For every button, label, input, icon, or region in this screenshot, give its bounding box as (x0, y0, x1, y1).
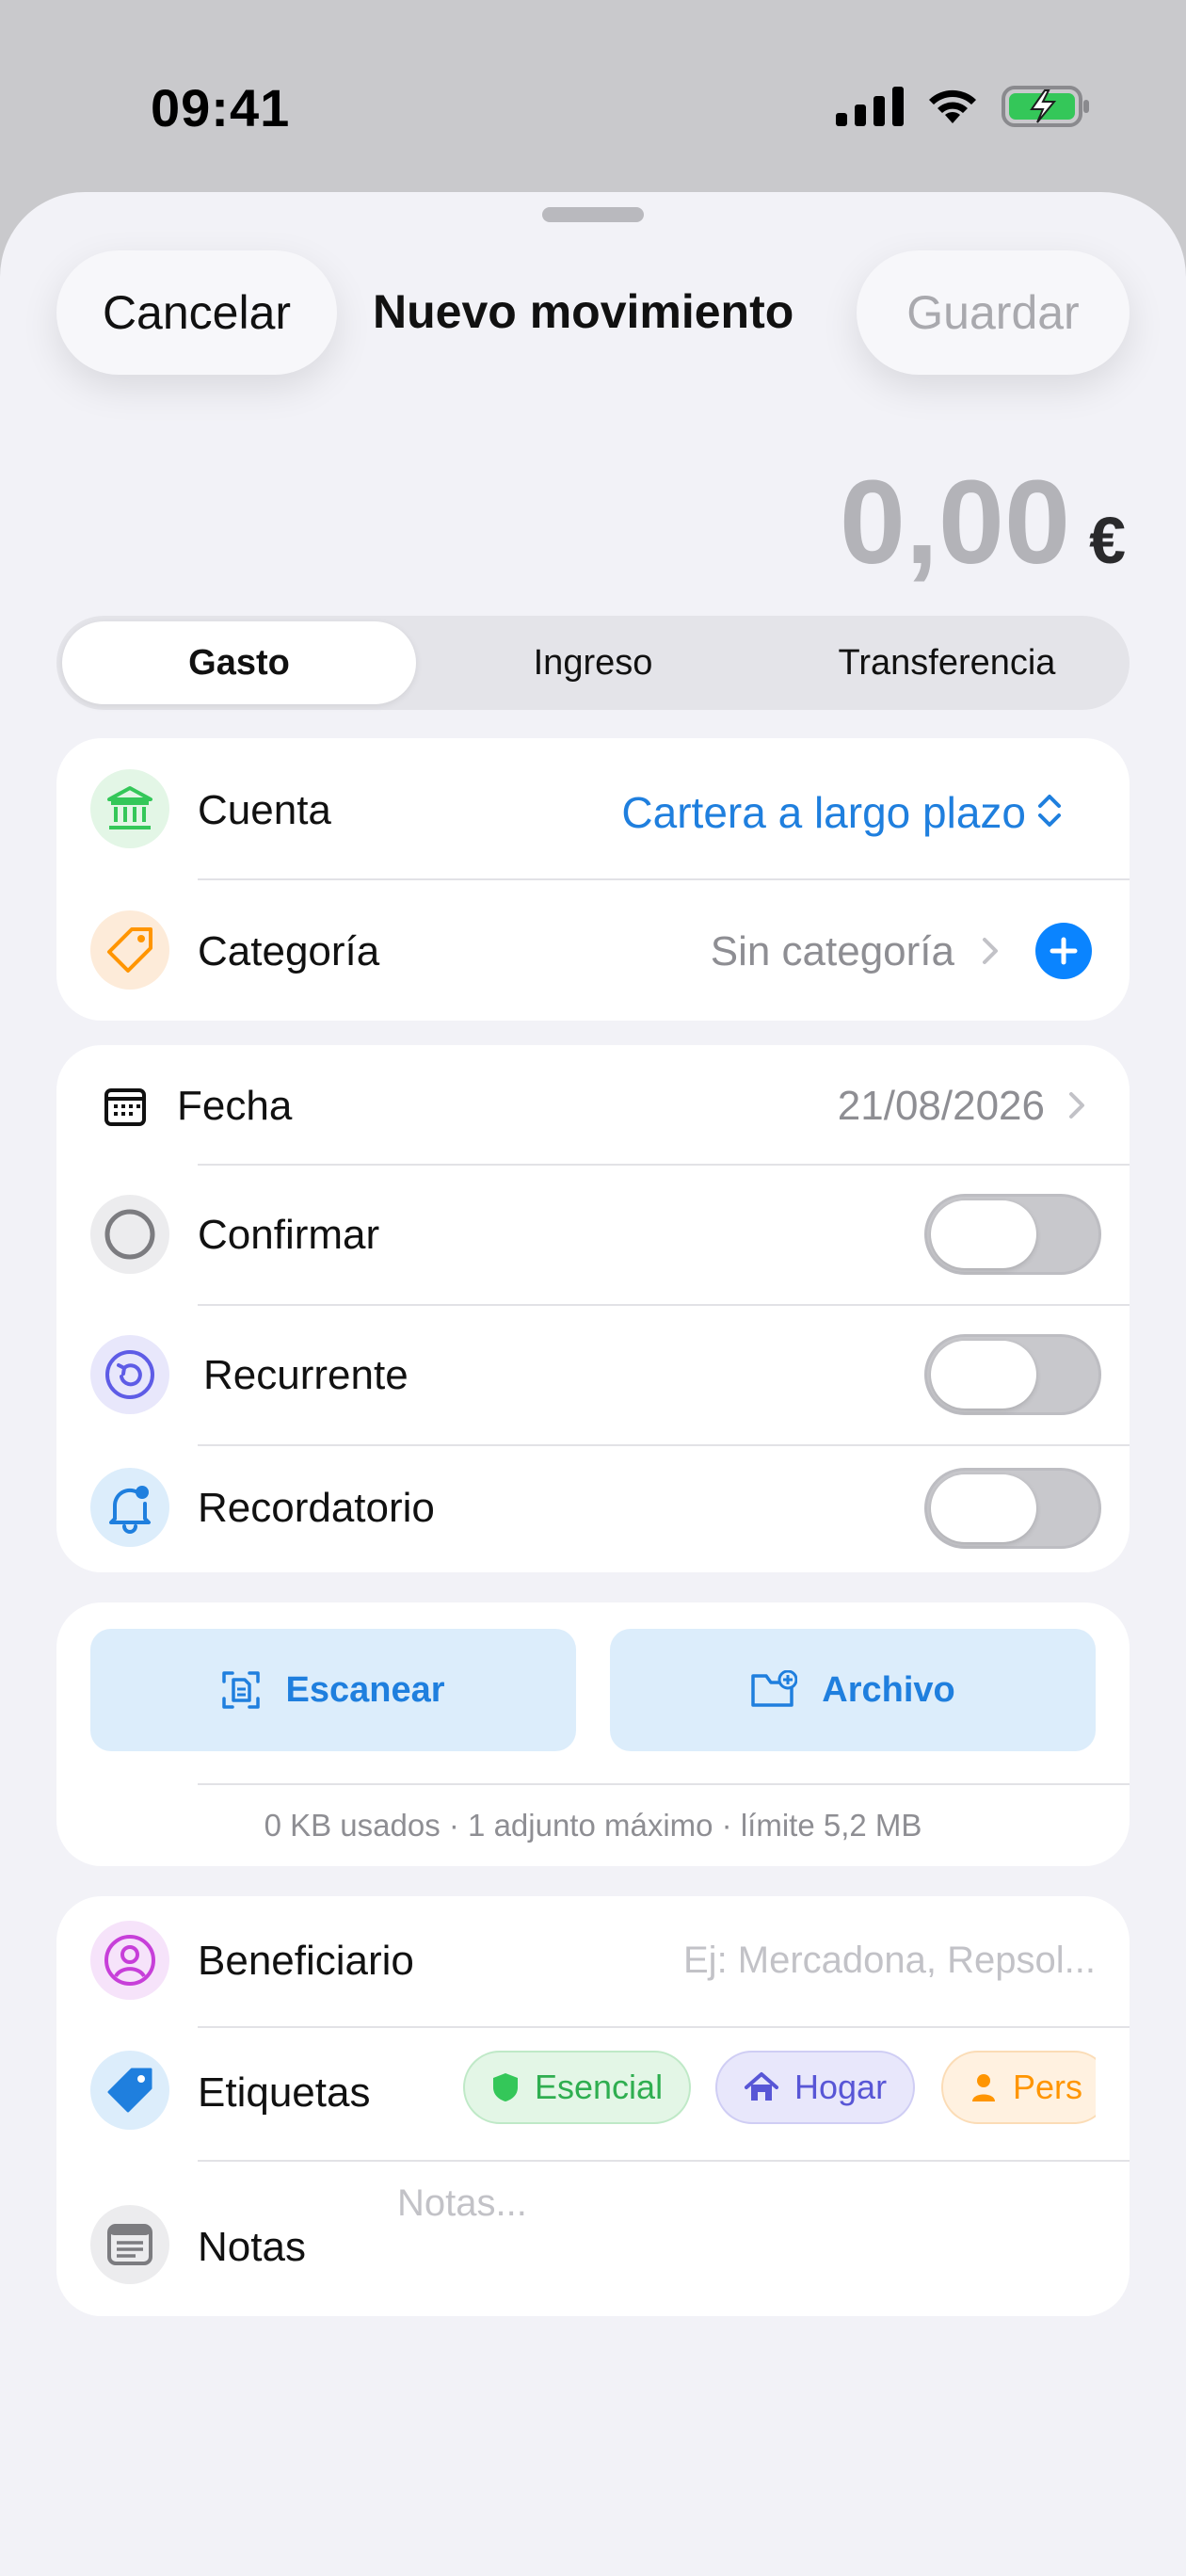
tag-fill-icon (90, 2051, 169, 2130)
confirm-label: Confirmar (198, 1212, 380, 1258)
tag-icon (90, 910, 169, 990)
person-icon (972, 2074, 995, 2101)
tags-row: Etiquetas Esencial Hogar Pers (56, 1896, 1130, 2160)
notes-row: Notas Notas... (56, 2162, 1130, 2316)
recurring-label: Recurrente (203, 1352, 409, 1398)
account-card: Cuenta Cartera a largo plazo Categoría S… (56, 738, 1130, 1021)
schedule-card: Fecha 21/08/2026 Confirmar Recurrente Re… (56, 1045, 1130, 1572)
segment-ingreso[interactable]: Ingreso (416, 621, 770, 704)
reminder-toggle[interactable] (924, 1468, 1101, 1549)
sheet-grabber[interactable] (542, 207, 644, 222)
circle-icon (90, 1195, 169, 1274)
account-label: Cuenta (198, 787, 331, 833)
cancel-button[interactable]: Cancelar (56, 250, 337, 375)
attachment-limits-info: 0 KB usados · 1 adjunto máximo · límite … (264, 1808, 922, 1843)
category-label: Categoría (198, 928, 380, 974)
scan-button[interactable]: Escanear (90, 1629, 576, 1751)
wifi-icon (929, 89, 976, 123)
transaction-type-segment: Gasto Ingreso Transferencia (56, 616, 1130, 710)
details-card: Beneficiario Ej: Mercadona, Repsol... Et… (56, 1896, 1130, 2316)
tag-label: Pers (1013, 2068, 1083, 2106)
recurring-toggle[interactable] (924, 1334, 1101, 1415)
signal-icon (836, 87, 904, 126)
segment-transferencia[interactable]: Transferencia (770, 621, 1124, 704)
reminder-row: Recordatorio (56, 1445, 1130, 1572)
account-value[interactable]: Cartera a largo plazo (621, 787, 1026, 838)
scan-document-icon (222, 1671, 261, 1709)
bank-icon (90, 769, 169, 848)
save-button[interactable]: Guardar (857, 250, 1130, 375)
tag-label: Hogar (794, 2068, 888, 2106)
divider (198, 1783, 1130, 1785)
chevron-up-down-icon (1038, 795, 1061, 827)
status-time: 09:41 (151, 78, 291, 137)
repeat-icon (90, 1335, 169, 1414)
tag-chip-esencial[interactable]: Esencial (463, 2051, 692, 2124)
status-icons (836, 85, 1092, 128)
tags-label: Etiquetas (198, 2069, 371, 2116)
bell-icon (90, 1468, 169, 1547)
shield-icon (493, 2073, 518, 2101)
status-bar: 09:41 (0, 0, 1186, 188)
recurring-row: Recurrente (56, 1305, 1130, 1444)
confirm-row: Confirmar (56, 1165, 1130, 1304)
amount-currency: € (1089, 504, 1126, 577)
category-value[interactable]: Sin categoría (711, 928, 954, 975)
battery-charging-icon (1002, 86, 1089, 127)
plus-icon (1050, 937, 1078, 965)
amount-display[interactable]: 0,00 € (840, 454, 1126, 590)
segment-gasto[interactable]: Gasto (62, 621, 416, 704)
amount-value[interactable]: 0,00 (840, 454, 1070, 590)
tag-chip-hogar[interactable]: Hogar (715, 2051, 916, 2124)
page-title: Nuevo movimiento (373, 285, 794, 338)
folder-add-icon (751, 1670, 798, 1707)
calendar-icon (104, 1088, 146, 1126)
category-row[interactable]: Categoría Sin categoría (56, 879, 1130, 1021)
notes-input[interactable]: Notas... (397, 2182, 527, 2225)
add-category-button[interactable] (1035, 923, 1092, 979)
date-row[interactable]: Fecha 21/08/2026 (56, 1045, 1130, 1164)
chevron-right-icon (1069, 1092, 1084, 1119)
scan-label: Escanear (285, 1669, 445, 1710)
reminder-label: Recordatorio (198, 1485, 435, 1531)
tag-chip-personal[interactable]: Pers (941, 2051, 1096, 2124)
attachments-card: Escanear Archivo 0 KB usados · 1 adjunto… (56, 1602, 1130, 1866)
house-icon (745, 2072, 778, 2101)
tag-label: Esencial (535, 2068, 664, 2106)
file-label: Archivo (822, 1669, 955, 1710)
new-transaction-sheet: Cancelar Nuevo movimiento Guardar 0,00 €… (0, 192, 1186, 2576)
chevron-right-icon (983, 938, 998, 964)
date-label: Fecha (177, 1083, 293, 1129)
date-value[interactable]: 21/08/2026 (838, 1083, 1045, 1130)
file-button[interactable]: Archivo (610, 1629, 1096, 1751)
confirm-toggle[interactable] (924, 1194, 1101, 1275)
account-row[interactable]: Cuenta Cartera a largo plazo (56, 738, 1130, 879)
notes-icon (90, 2205, 169, 2284)
notes-label: Notas (198, 2224, 306, 2270)
tags-scroller[interactable]: Esencial Hogar Pers (463, 1896, 1096, 2160)
